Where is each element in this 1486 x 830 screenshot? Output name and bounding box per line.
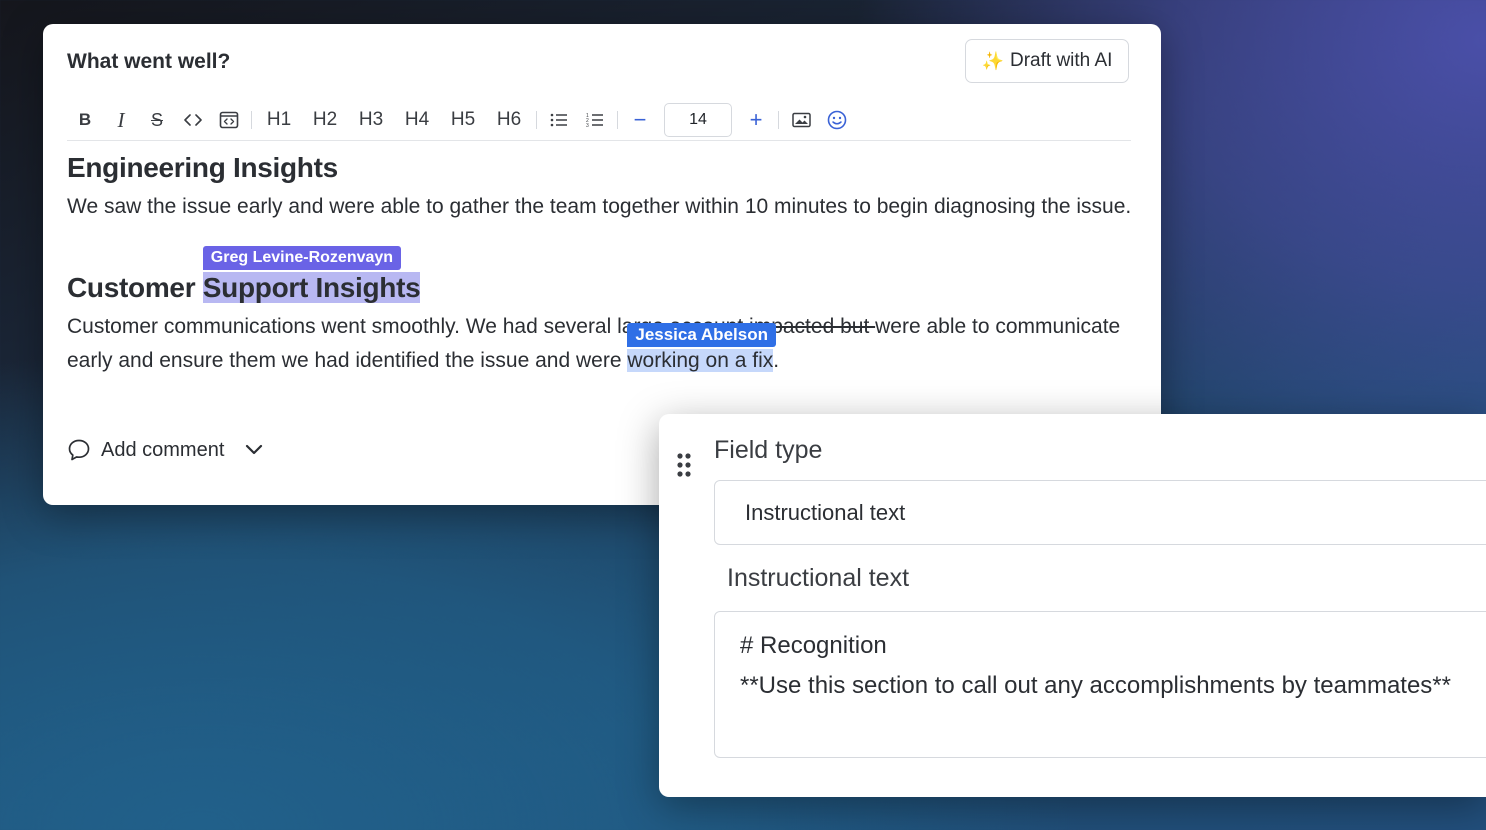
bold-icon: B	[78, 110, 92, 129]
drag-handle-icon[interactable]	[676, 452, 692, 478]
collaborator-cursor-label: Greg Levine-Rozenvayn	[202, 246, 402, 270]
increase-font-button[interactable]: +	[738, 104, 774, 136]
strikethrough-button[interactable]: S	[139, 104, 175, 136]
bold-button[interactable]: B	[67, 104, 103, 136]
code-button[interactable]	[175, 104, 211, 136]
numbered-list-icon: 1 2 3	[586, 113, 603, 127]
section-body: We saw the issue early and were able to …	[67, 195, 1132, 218]
comment-icon	[68, 439, 90, 461]
formatting-toolbar: B I S H1 H2 H3 H4 H5 H6 1 2 3 − 14 +	[67, 100, 1131, 141]
emoji-button[interactable]	[819, 104, 855, 136]
toolbar-divider	[536, 111, 537, 129]
instructional-text-input[interactable]: # Recognition **Use this section to call…	[714, 611, 1486, 758]
code-icon	[184, 114, 202, 126]
collaborator-cursor-label: Jessica Abelson	[627, 323, 776, 347]
selected-text: Support Insights	[202, 272, 421, 303]
instructional-text-label: Instructional text	[727, 564, 910, 592]
h6-button[interactable]: H6	[486, 104, 532, 136]
code-block-button[interactable]	[211, 104, 247, 136]
italic-icon: I	[117, 107, 125, 132]
strikethrough-icon: S	[150, 109, 163, 130]
draft-with-ai-button[interactable]: ✨ Draft with AI	[965, 39, 1129, 83]
editor-content[interactable]: Engineering Insights We saw the issue ea…	[67, 150, 1137, 378]
font-size-input[interactable]	[664, 103, 732, 137]
chevron-down-icon[interactable]	[244, 443, 264, 457]
h2-button[interactable]: H2	[302, 104, 348, 136]
code-block-icon	[219, 111, 239, 129]
field-type-select[interactable]: Instructional text	[714, 480, 1486, 545]
h1-button[interactable]: H1	[256, 104, 302, 136]
add-comment-label: Add comment	[101, 438, 225, 461]
section-body: Customer communications went smoothly. W…	[67, 310, 1137, 378]
field-settings-card: Field type Instructional text Instructio…	[659, 414, 1486, 797]
h5-button[interactable]: H5	[440, 104, 486, 136]
collaborator-selection: Greg Levine-Rozenvayn Support Insights	[202, 246, 421, 303]
h3-button[interactable]: H3	[348, 104, 394, 136]
draft-with-ai-label: Draft with AI	[1010, 50, 1113, 71]
body-text: .	[773, 349, 780, 372]
bullet-list-icon	[550, 113, 567, 127]
add-comment-button[interactable]: Add comment	[67, 438, 264, 462]
image-icon	[791, 112, 811, 128]
section-heading: Engineering Insights	[67, 152, 338, 183]
toolbar-divider	[251, 111, 252, 129]
insert-image-button[interactable]	[783, 104, 819, 136]
collaborator-selection: Jessica Abelson working on a fix	[627, 323, 776, 372]
toolbar-divider	[617, 111, 618, 129]
selected-text: working on a fix	[627, 349, 774, 372]
toolbar-divider	[778, 111, 779, 129]
h4-button[interactable]: H4	[394, 104, 440, 136]
bullet-list-button[interactable]	[541, 104, 577, 136]
sparkle-icon: ✨	[981, 50, 1004, 71]
field-type-label: Field type	[714, 436, 823, 464]
decrease-font-button[interactable]: −	[622, 104, 658, 136]
emoji-icon	[827, 110, 847, 130]
italic-button[interactable]: I	[103, 104, 139, 136]
section-heading: Customer Greg Levine-Rozenvayn Support In…	[67, 246, 1137, 306]
numbered-list-button[interactable]: 1 2 3	[577, 104, 613, 136]
svg-text:3: 3	[586, 123, 589, 127]
heading-plain-text: Customer	[67, 272, 203, 303]
card-title: What went well?	[67, 50, 231, 73]
